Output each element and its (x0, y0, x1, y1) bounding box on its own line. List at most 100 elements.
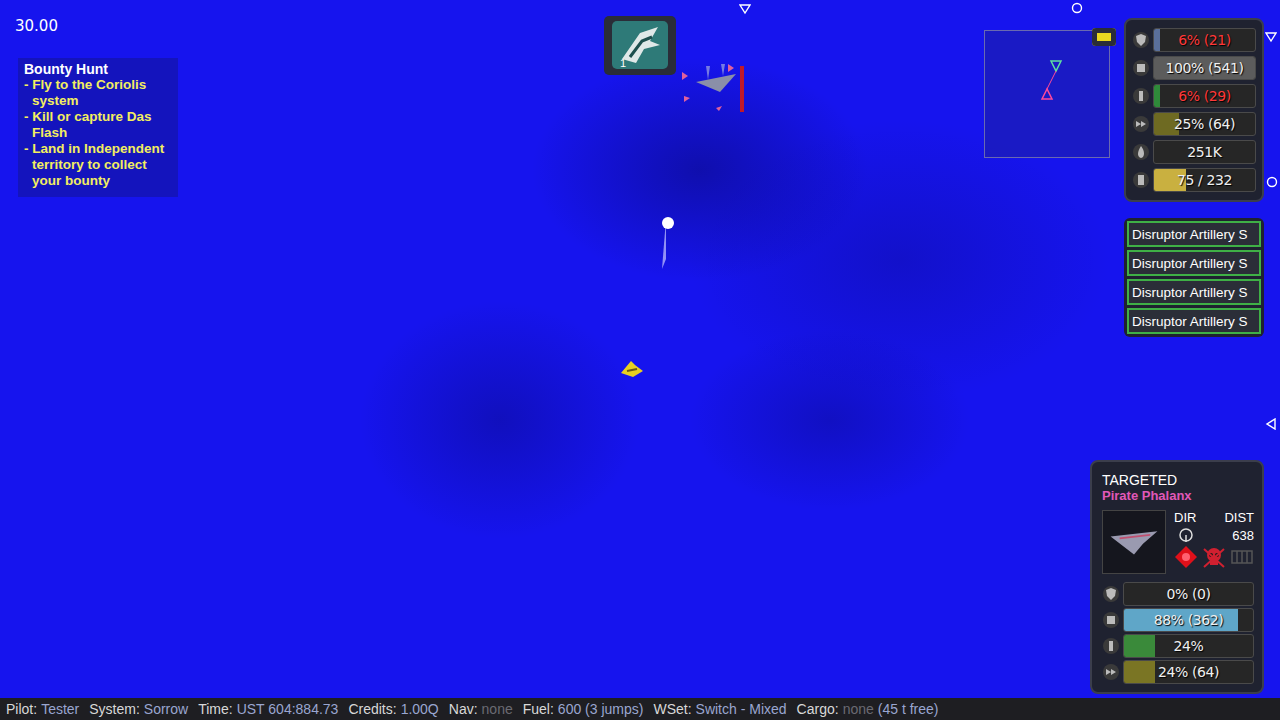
target-panel: TARGETEDPirate Phalanx DIR DIST 638 0% (0) 88… (1090, 460, 1264, 694)
status-value: Tester (41, 701, 79, 717)
energy-icon (1132, 87, 1150, 105)
status-label: Pilot: (6, 701, 37, 717)
status-item: Nav:none (449, 701, 513, 717)
status-row: 100% (541) (1132, 56, 1256, 80)
armor-icon (1102, 611, 1120, 629)
space-view[interactable]: 30.00 Bounty Hunt- Fly to the Coriolis sy… (0, 0, 1280, 698)
dist-label: DIST (1224, 510, 1254, 525)
radar[interactable] (984, 30, 1110, 158)
status-label: Time: (198, 701, 232, 717)
status-value: 251K (1187, 144, 1221, 160)
energy-icon (1102, 637, 1120, 655)
mission-box: Bounty Hunt- Fly to the Coriolis system-… (18, 58, 178, 197)
status-label: Nav: (449, 701, 478, 717)
status-fill (1154, 85, 1160, 107)
target-fill (1124, 635, 1155, 657)
shield-icon (1132, 31, 1150, 49)
status-value: 1.00Q (401, 701, 439, 717)
edge-marker-icon (1071, 2, 1083, 14)
status-label: System: (89, 701, 140, 717)
status-bar: 75 / 232 (1153, 168, 1256, 192)
target-distance: 638 (1232, 528, 1254, 543)
target-value: 0% (0) (1166, 586, 1210, 602)
status-item: Time: UST 604:884.73 (198, 701, 338, 717)
status-value: none (482, 701, 513, 717)
target-image (1102, 510, 1166, 574)
status-bar: 6% (29) (1153, 84, 1256, 108)
meta-labels: DIR DIST (1174, 510, 1254, 525)
status-item: System:Sorrow (89, 701, 188, 717)
projectile-icon (656, 215, 676, 275)
meta-values: 638 (1174, 527, 1254, 543)
status-item: Fuel:600 (3 jumps) (523, 701, 644, 717)
status-bar: 25% (64) (1153, 112, 1256, 136)
hostile-skull-icon (1202, 545, 1226, 569)
status-value: 600 (3 jumps) (558, 701, 644, 717)
status-value: none (843, 701, 874, 717)
status-value: UST 604:884.73 (237, 701, 339, 717)
status-bar: Pilot:Tester System:Sorrow Time: UST 604:88… (0, 698, 1280, 720)
target-heading: TARGETED (1102, 472, 1254, 488)
status-fill (1154, 29, 1160, 51)
timer: 30.00 (15, 17, 58, 35)
shield-icon (1102, 585, 1120, 603)
target-value: 88% (362) (1154, 612, 1224, 628)
status-row: 6% (29) (1132, 84, 1256, 108)
status-label: Fuel: (523, 701, 554, 717)
cargo-grid-icon (1230, 545, 1254, 569)
dir-label: DIR (1174, 510, 1196, 525)
target-bar: 0% (0) (1123, 582, 1254, 606)
target-meta: DIR DIST 638 (1174, 510, 1254, 574)
target-value: 24% (1174, 638, 1204, 654)
radar-indicator (1092, 28, 1116, 46)
status-value: 100% (541) (1165, 60, 1243, 76)
game-screen: 30.00 Bounty Hunt- Fly to the Coriolis sy… (0, 0, 1280, 720)
edge-marker-icon (1265, 31, 1277, 43)
target-fill (1124, 661, 1155, 683)
status-bar: 251K (1153, 140, 1256, 164)
target-bar: 88% (362) (1123, 608, 1254, 632)
weapon-slot[interactable]: Disruptor Artillery S (1127, 279, 1261, 305)
status-value: 6% (29) (1178, 88, 1231, 104)
status-bar: 100% (541) (1153, 56, 1256, 80)
target-name[interactable]: Pirate Phalanx (1102, 488, 1254, 504)
status-value: 75 / 232 (1177, 172, 1232, 188)
status-label: WSet: (653, 701, 691, 717)
radar-blips-icon (985, 31, 1109, 157)
ability-icon (610, 19, 670, 71)
target-ship-icon (1107, 524, 1161, 560)
edge-marker-icon (739, 3, 751, 15)
weapon-slot[interactable]: Disruptor Artillery S (1127, 221, 1261, 247)
weapon-slot[interactable]: Disruptor Artillery S (1127, 250, 1261, 276)
target-status-row: 88% (362) (1102, 608, 1254, 632)
status-item: Credits: 1.00Q (348, 701, 438, 717)
status-extra: (45 t free) (878, 701, 939, 717)
mission-title: Bounty Hunt (24, 61, 172, 77)
ability-button[interactable]: 1 (604, 16, 676, 75)
faction-icon (1174, 545, 1198, 569)
status-value: 6% (21) (1178, 32, 1231, 48)
player-status-panel: 6% (21) 100% (541) 6% (29) 25% (64) 251K 75 /… (1124, 18, 1264, 202)
mission-step: - Fly to the Coriolis system (24, 77, 172, 109)
status-row: 6% (21) (1132, 28, 1256, 52)
player-ship-icon[interactable] (617, 355, 647, 381)
edge-marker-icon (1265, 418, 1277, 430)
weapon-slot[interactable]: Disruptor Artillery S (1127, 308, 1261, 334)
status-label: Credits: (348, 701, 396, 717)
mission-step: - Kill or capture Das Flash (24, 109, 172, 141)
status-item: WSet:Switch - Mixed (653, 701, 786, 717)
pirate-fleet-icon[interactable] (676, 60, 756, 130)
status-label: Cargo: (797, 701, 839, 717)
target-bar: 24% (64) (1123, 660, 1254, 684)
fuel-icon (1132, 143, 1150, 161)
edge-marker-icon (1266, 176, 1278, 188)
status-value: Sorrow (144, 701, 188, 717)
status-item: Cargo:none(45 t free) (797, 701, 939, 717)
status-row: 251K (1132, 140, 1256, 164)
target-status-row: 0% (0) (1102, 582, 1254, 606)
meta-icons (1174, 545, 1254, 569)
weapon-list: Disruptor Artillery S Disruptor Artillery… (1124, 218, 1264, 337)
target-bar: 24% (1123, 634, 1254, 658)
speed-icon (1132, 115, 1150, 133)
status-row: 75 / 232 (1132, 168, 1256, 192)
